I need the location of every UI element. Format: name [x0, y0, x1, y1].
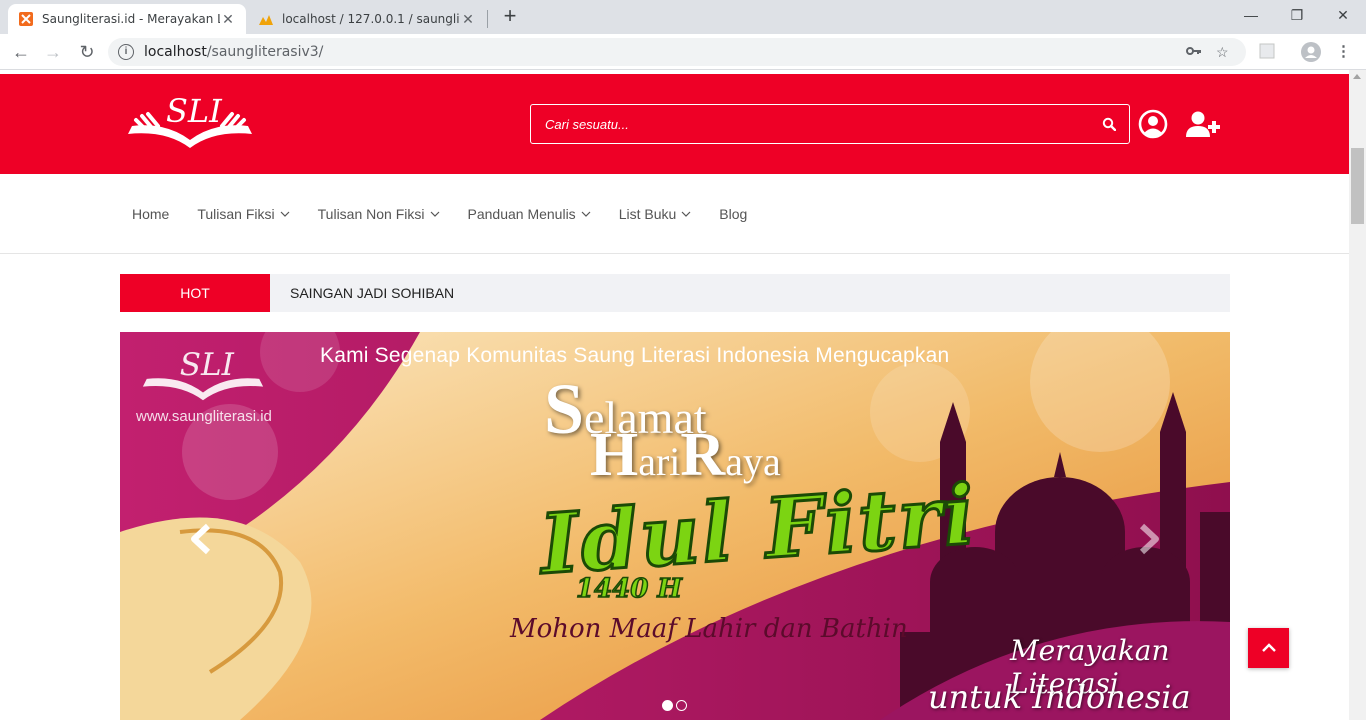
phpmyadmin-favicon-icon: [259, 15, 273, 25]
chevron-down-icon: [430, 211, 439, 217]
banner-logo: SLI: [142, 347, 264, 401]
back-arrow-icon[interactable]: ←: [8, 40, 34, 64]
hot-headline-link[interactable]: SAINGAN JADI SOHIBAN: [270, 274, 454, 312]
scroll-up-arrow-icon[interactable]: [1353, 74, 1361, 79]
chevron-down-icon: [581, 211, 591, 217]
search-input[interactable]: [545, 116, 1089, 132]
reload-icon[interactable]: ↻: [74, 40, 100, 64]
tab-close-icon[interactable]: ✕: [220, 11, 236, 28]
add-user-icon[interactable]: [1186, 110, 1222, 138]
tab-close-icon[interactable]: ✕: [460, 11, 476, 28]
nav-item-home[interactable]: Home: [132, 206, 169, 222]
url-path: /saungliterasiv3/: [206, 44, 324, 60]
browser-menu-icon[interactable]: ⋮: [1336, 42, 1351, 60]
carousel-indicators: [662, 700, 687, 711]
user-account-icon[interactable]: [1138, 109, 1168, 139]
banner-tagline-2: untuk Indonesia Maju: [928, 678, 1191, 720]
banner-carousel: SLI www.saungliterasi.id Kami Segenap Ko…: [120, 332, 1230, 720]
nav-item-panduan-menulis[interactable]: Panduan Menulis: [468, 206, 591, 222]
bookmark-star-icon[interactable]: ☆: [1216, 38, 1229, 66]
browser-tab-active[interactable]: Saungliterasi.id - Merayakan Literasi ✕: [8, 4, 246, 34]
banner-year: 1440 H: [575, 573, 682, 605]
banner-headline: Kami Segenap Komunitas Saung Literasi In…: [320, 344, 950, 367]
profile-avatar-icon[interactable]: [1301, 42, 1321, 66]
carousel-next-chevron-icon[interactable]: [1134, 522, 1164, 556]
carousel-prev-chevron-icon[interactable]: [186, 522, 216, 556]
banner-hari-raya: HariRaya: [590, 421, 781, 489]
browser-tab-inactive[interactable]: localhost / 127.0.0.1 / saungliterasi ✕: [248, 4, 486, 34]
banner-greeting: Mohon Maaf Lahir dan Bathin: [510, 614, 908, 644]
nav-item-label: Home: [132, 206, 170, 222]
site-info-icon[interactable]: i: [118, 44, 134, 60]
minimize-button[interactable]: —: [1228, 0, 1274, 30]
url-host: localhost: [144, 44, 207, 60]
nav-item-tulisan-fiksi[interactable]: Tulisan Fiksi: [197, 206, 290, 222]
close-window-button[interactable]: ✕: [1320, 0, 1366, 30]
back-to-top-button[interactable]: [1248, 628, 1289, 668]
new-tab-button[interactable]: +: [498, 5, 522, 29]
nav-item-tulisan-non-fiksi[interactable]: Tulisan Non Fiksi: [318, 206, 440, 222]
chevron-down-icon: [681, 211, 691, 217]
nav-item-label: Tulisan Fiksi: [197, 206, 275, 222]
browser-tab-bar: Saungliterasi.id - Merayakan Literasi ✕ …: [0, 0, 1366, 34]
svg-text:SLI: SLI: [180, 347, 235, 383]
tab-divider: [487, 10, 488, 28]
nav-item-blog[interactable]: Blog: [719, 206, 747, 222]
hot-news-ticker: HOT SAINGAN JADI SOHIBAN: [120, 274, 1230, 312]
hot-label: HOT: [120, 274, 270, 312]
tab-title: localhost / 127.0.0.1 / saungliterasi: [282, 12, 460, 26]
extension-icon[interactable]: [1258, 42, 1276, 64]
address-bar[interactable]: i localhost/saungliterasiv3/ ☆: [108, 38, 1246, 66]
banner-site-url: www.saungliterasi.id: [136, 408, 272, 425]
maximize-button[interactable]: ❐: [1274, 0, 1320, 30]
key-icon[interactable]: [1186, 38, 1202, 66]
search-icon[interactable]: [1089, 105, 1129, 143]
site-header: SLI: [0, 74, 1349, 174]
nav-item-label: Tulisan Non Fiksi: [317, 206, 425, 222]
site-logo[interactable]: SLI: [126, 90, 254, 156]
chevron-down-icon: [280, 211, 290, 217]
nav-item-label: List Buku: [618, 206, 677, 222]
carousel-dot[interactable]: [662, 700, 673, 711]
nav-item-label: Blog: [719, 206, 748, 222]
tab-title: Saungliterasi.id - Merayakan Literasi: [42, 12, 220, 26]
site-favicon-icon: [19, 12, 33, 26]
carousel-dot[interactable]: [676, 700, 687, 711]
page-scrollbar[interactable]: [1349, 70, 1366, 720]
svg-text:SLI: SLI: [166, 92, 223, 130]
nav-item-label: Panduan Menulis: [467, 206, 576, 222]
main-navigation: Home Tulisan Fiksi Tulisan Non Fiksi Pan…: [0, 174, 1349, 254]
forward-arrow-icon[interactable]: →: [40, 40, 66, 64]
chevron-up-icon: [1261, 643, 1276, 652]
scrollbar-thumb[interactable]: [1351, 148, 1364, 224]
nav-item-list-buku[interactable]: List Buku: [619, 206, 692, 222]
browser-toolbar: ← → ↻ i localhost/saungliterasiv3/ ☆ ⋮: [0, 34, 1366, 70]
search-bar: [530, 104, 1130, 144]
